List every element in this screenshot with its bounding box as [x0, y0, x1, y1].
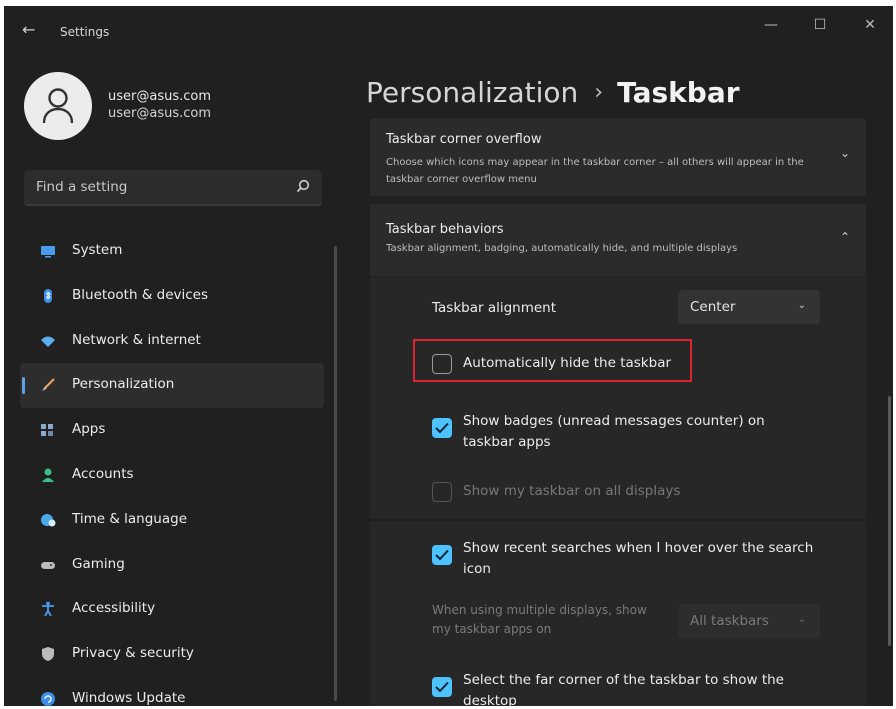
avatar[interactable]: [24, 72, 92, 140]
user-email: user@asus.com: [108, 106, 212, 121]
sidebar-item-label: Apps: [72, 421, 106, 438]
all-displays-checkbox[interactable]: [432, 482, 452, 502]
recent-searches-label[interactable]: Show recent searches when I hover over t…: [463, 538, 833, 580]
chevron-up-icon[interactable]: ⌃: [840, 230, 850, 244]
checkmark-icon: [435, 549, 449, 561]
shield-icon: [42, 647, 54, 662]
sidebar-item-label: Privacy & security: [72, 645, 194, 662]
chevron-down-icon[interactable]: ⌄: [840, 146, 850, 160]
sidebar-item-windows-update[interactable]: Windows Update: [20, 677, 324, 706]
chevron-down-icon: ⌄: [797, 614, 806, 625]
wifi-icon: [41, 336, 55, 347]
content-scrollbar[interactable]: [888, 396, 891, 646]
multi-display-label: When using multiple displays, show my ta…: [432, 603, 647, 636]
sidebar-item-time-language[interactable]: Time & language: [20, 498, 324, 543]
sidebar-item-accounts[interactable]: Accounts: [20, 453, 324, 498]
sidebar-item-label: Personalization: [72, 376, 175, 393]
all-displays-label[interactable]: Show my taskbar on all displays: [463, 481, 803, 502]
breadcrumb-separator-icon: ›: [594, 80, 604, 105]
maximize-button[interactable]: ☐: [805, 17, 835, 33]
sidebar-item-accessibility[interactable]: Accessibility: [20, 587, 324, 632]
active-indicator: [22, 377, 25, 395]
multi-display-value: All taskbars: [690, 613, 769, 629]
monitor-icon: [41, 246, 55, 258]
sidebar-item-label: Accessibility: [72, 600, 156, 617]
accessibility-icon: [42, 602, 54, 617]
close-button[interactable]: ✕: [855, 17, 885, 33]
sidebar-item-label: Accounts: [72, 465, 134, 482]
sidebar-item-label: System: [72, 242, 123, 258]
sidebar-item-label: Gaming: [72, 555, 125, 572]
settings-window: ← Settings — ☐ ✕ user@asus.com user@asus…: [4, 6, 893, 706]
taskbar-alignment-label: Taskbar alignment: [432, 300, 557, 316]
breadcrumb-parent[interactable]: Personalization: [366, 76, 578, 109]
sidebar-item-label: Network & internet: [72, 331, 201, 348]
recent-searches-checkbox[interactable]: [432, 545, 452, 565]
highlight-box: [413, 339, 692, 382]
corner-overflow-card[interactable]: Taskbar corner overflow Choose which ico…: [370, 118, 866, 196]
apps-icon: [41, 424, 53, 437]
search-box[interactable]: Find a setting: [24, 170, 322, 206]
taskbar-behaviors-title: Taskbar behaviors: [386, 222, 504, 237]
sidebar-item-label: Windows Update: [72, 689, 186, 706]
search-icon[interactable]: [296, 179, 310, 193]
corner-overflow-description: Choose which icons may appear in the tas…: [386, 157, 804, 185]
sidebar-item-privacy-security[interactable]: Privacy & security: [20, 632, 324, 677]
sidebar-nav: System Bluetooth & devices Network & int…: [20, 229, 324, 706]
update-icon: [41, 691, 55, 706]
badges-label[interactable]: Show badges (unread messages counter) on…: [463, 411, 803, 453]
person-icon: [42, 88, 74, 124]
chevron-down-icon: ⌄: [797, 300, 806, 311]
user-name: user@asus.com: [108, 89, 212, 104]
taskbar-behaviors-card[interactable]: Taskbar behaviors Taskbar alignment, bad…: [370, 204, 866, 276]
sidebar-item-apps[interactable]: Apps: [20, 408, 324, 453]
sidebar-item-gaming[interactable]: Gaming: [20, 543, 324, 588]
sidebar-scrollbar[interactable]: [334, 246, 337, 701]
search-input[interactable]: Find a setting: [36, 179, 127, 195]
page-title: Taskbar: [617, 76, 740, 109]
multi-display-dropdown[interactable]: All taskbars ⌄: [678, 604, 820, 638]
sidebar-item-system[interactable]: System: [20, 229, 324, 274]
taskbar-alignment-dropdown[interactable]: Center ⌄: [678, 290, 820, 324]
sidebar-item-label: Time & language: [72, 510, 188, 527]
sidebar-item-personalization[interactable]: Personalization: [20, 363, 324, 409]
gamepad-icon: [41, 561, 55, 569]
title-bar: ← Settings — ☐ ✕: [4, 6, 893, 56]
back-button[interactable]: ←: [22, 20, 35, 39]
corner-overflow-title: Taskbar corner overflow: [386, 132, 542, 147]
checkmark-icon: [435, 422, 449, 434]
globe-clock-icon: [41, 513, 56, 527]
bluetooth-icon: [44, 288, 52, 303]
taskbar-alignment-value: Center: [690, 299, 736, 315]
account-icon: [42, 468, 54, 482]
checkmark-icon: [435, 681, 449, 693]
minimize-button[interactable]: —: [756, 17, 786, 33]
badges-checkbox[interactable]: [432, 418, 452, 438]
far-corner-checkbox[interactable]: [432, 677, 452, 697]
app-title: Settings: [60, 25, 110, 39]
sidebar-item-bluetooth[interactable]: Bluetooth & devices: [20, 274, 324, 319]
breadcrumb: Personalization › Taskbar: [366, 76, 740, 109]
sidebar-item-label: Bluetooth & devices: [72, 286, 209, 303]
brush-icon: [42, 378, 55, 392]
far-corner-label[interactable]: Select the far corner of the taskbar to …: [463, 670, 823, 706]
sidebar-item-network[interactable]: Network & internet: [20, 319, 324, 364]
taskbar-behaviors-description: Taskbar alignment, badging, automaticall…: [386, 243, 738, 254]
